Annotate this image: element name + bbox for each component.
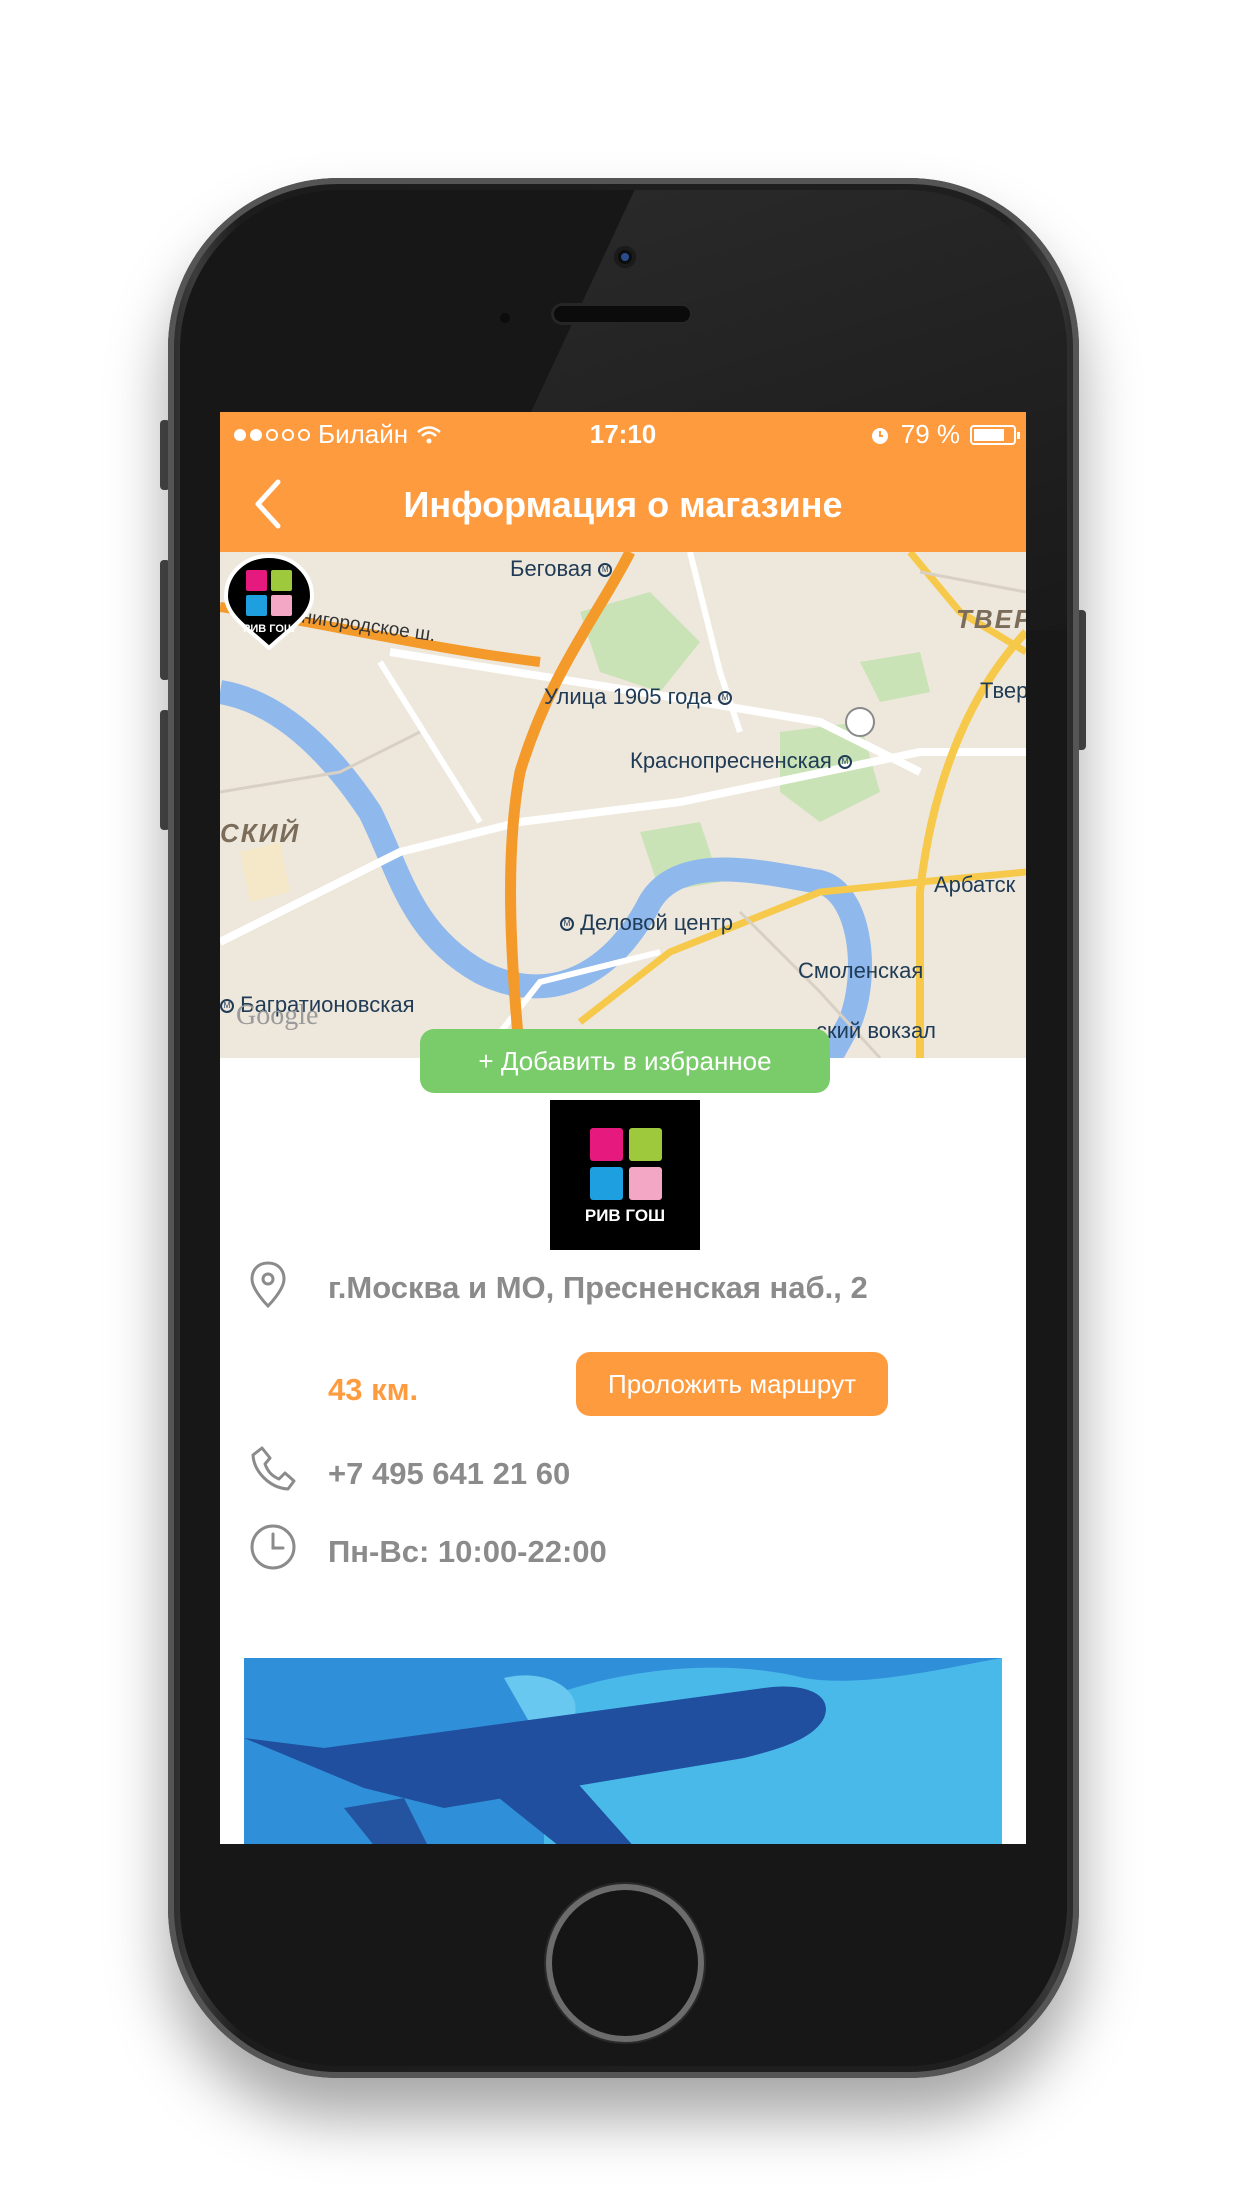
alarm-icon (871, 427, 888, 444)
map-label-smolenskaya: Смоленская (798, 958, 924, 983)
app-screen: Билайн 17:10 79 % Информация о магазине (220, 412, 1026, 1844)
location-pin-icon (250, 1261, 286, 1309)
google-attribution: Google (236, 1000, 319, 1031)
map-label-delovoy-tsentr: М Деловой центр (560, 910, 733, 936)
map-label-begovaya: Беговая М (510, 556, 613, 582)
front-camera (614, 246, 636, 268)
page-title: Информация о магазине (403, 484, 843, 525)
clock-icon (250, 1524, 296, 1570)
pin-brand-text: РИВ ГОШ (243, 623, 295, 635)
add-to-favorites-button[interactable]: + Добавить в избранное (420, 1029, 830, 1093)
store-hours: Пн-Вс: 10:00-22:00 (328, 1534, 607, 1569)
store-address: г.Москва и МО, Пресненская наб., 2 (328, 1270, 868, 1305)
logo-brand-name: РИВ ГОШ (584, 1206, 666, 1225)
airplane-banner-image (244, 1658, 1002, 1844)
map-label-vokzal: ский вокзал (816, 1018, 937, 1043)
battery-percent: 79 % (900, 419, 960, 449)
map-label-ulitsa-1905: Улица 1905 года М (544, 684, 733, 710)
map-label-district-left: СКИЙ (220, 818, 301, 848)
store-logo: РИВ ГОШ (550, 1100, 700, 1250)
battery-icon (970, 424, 1020, 445)
store-phone[interactable]: +7 495 641 21 60 (328, 1456, 570, 1492)
status-bar: Билайн 17:10 79 % (220, 412, 1026, 456)
map-label-tver: Твер (980, 678, 1026, 703)
store-map-pin-icon[interactable]: РИВ ГОШ (220, 552, 318, 650)
map-label-krasnopresnenskaya: Краснопресненская М (630, 748, 852, 774)
logo-squares (590, 1128, 662, 1200)
store-distance: 43 км. (328, 1372, 419, 1407)
build-route-button[interactable]: Проложить маршрут (576, 1352, 888, 1416)
earpiece-speaker (551, 303, 693, 325)
store-map[interactable]: Беговая М Звенигородское ш. ТВЕР Улица 1… (220, 552, 1026, 1058)
promo-banner[interactable] (244, 1658, 1002, 1844)
phone-icon (251, 1446, 296, 1491)
proximity-sensor (500, 313, 510, 323)
map-label-tver-district: ТВЕР (956, 604, 1026, 634)
map-label-arbatsk: Арбатск (934, 872, 1016, 897)
home-button[interactable] (552, 1890, 698, 2036)
battery-level-fill (974, 428, 1005, 441)
navigation-bar: Информация о магазине (220, 456, 1026, 552)
